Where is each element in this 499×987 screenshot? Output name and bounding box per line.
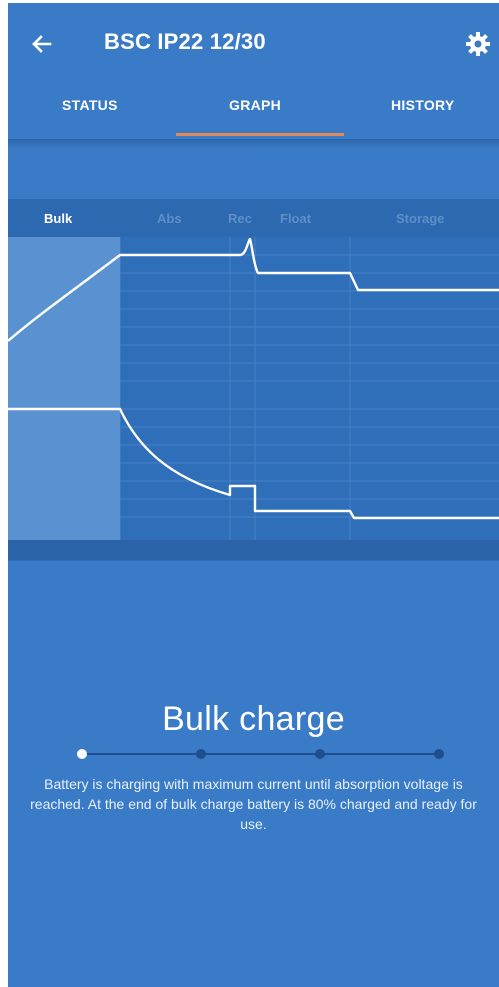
back-button[interactable] — [26, 29, 56, 59]
tab-bar: STATUS GRAPH HISTORY — [8, 83, 499, 139]
pager-dot-4[interactable] — [434, 749, 444, 759]
charge-curve-graph — [8, 237, 499, 540]
page-title: BSC IP22 12/30 — [104, 29, 266, 54]
graph-bottom-strip — [8, 540, 499, 560]
pager-dot-2[interactable] — [196, 749, 206, 759]
phase-description: Battery is charging with maximum current… — [30, 776, 477, 832]
pager-line — [84, 753, 442, 755]
phase-label-float[interactable]: Float — [280, 211, 311, 226]
charge-graph-panel: Bulk Abs Rec Float Storage — [8, 199, 499, 561]
phase-label-storage[interactable]: Storage — [396, 211, 444, 226]
settings-button[interactable] — [464, 30, 492, 58]
phase-pager — [76, 747, 456, 761]
phase-label-rec[interactable]: Rec — [228, 211, 252, 226]
tab-bar-shadow — [8, 139, 499, 149]
app-screen: BSC IP22 12/30 STATUS GRAPH HISTORY Bulk… — [8, 3, 499, 987]
tab-graph[interactable]: GRAPH — [229, 97, 281, 113]
phase-label-bulk[interactable]: Bulk — [44, 211, 72, 226]
gear-icon — [466, 32, 490, 56]
tab-status[interactable]: STATUS — [62, 97, 118, 113]
pager-dot-3[interactable] — [315, 749, 325, 759]
tab-history[interactable]: HISTORY — [391, 97, 455, 113]
phase-title: Bulk charge — [162, 700, 345, 738]
arrow-left-icon — [32, 35, 52, 53]
pager-dot-1[interactable] — [77, 749, 87, 759]
app-bar: BSC IP22 12/30 — [8, 3, 499, 83]
tab-selected-indicator — [176, 133, 344, 136]
phase-bar: Bulk Abs Rec Float Storage — [8, 199, 499, 237]
active-phase-highlight — [8, 237, 120, 540]
phase-label-abs[interactable]: Abs — [157, 211, 182, 226]
